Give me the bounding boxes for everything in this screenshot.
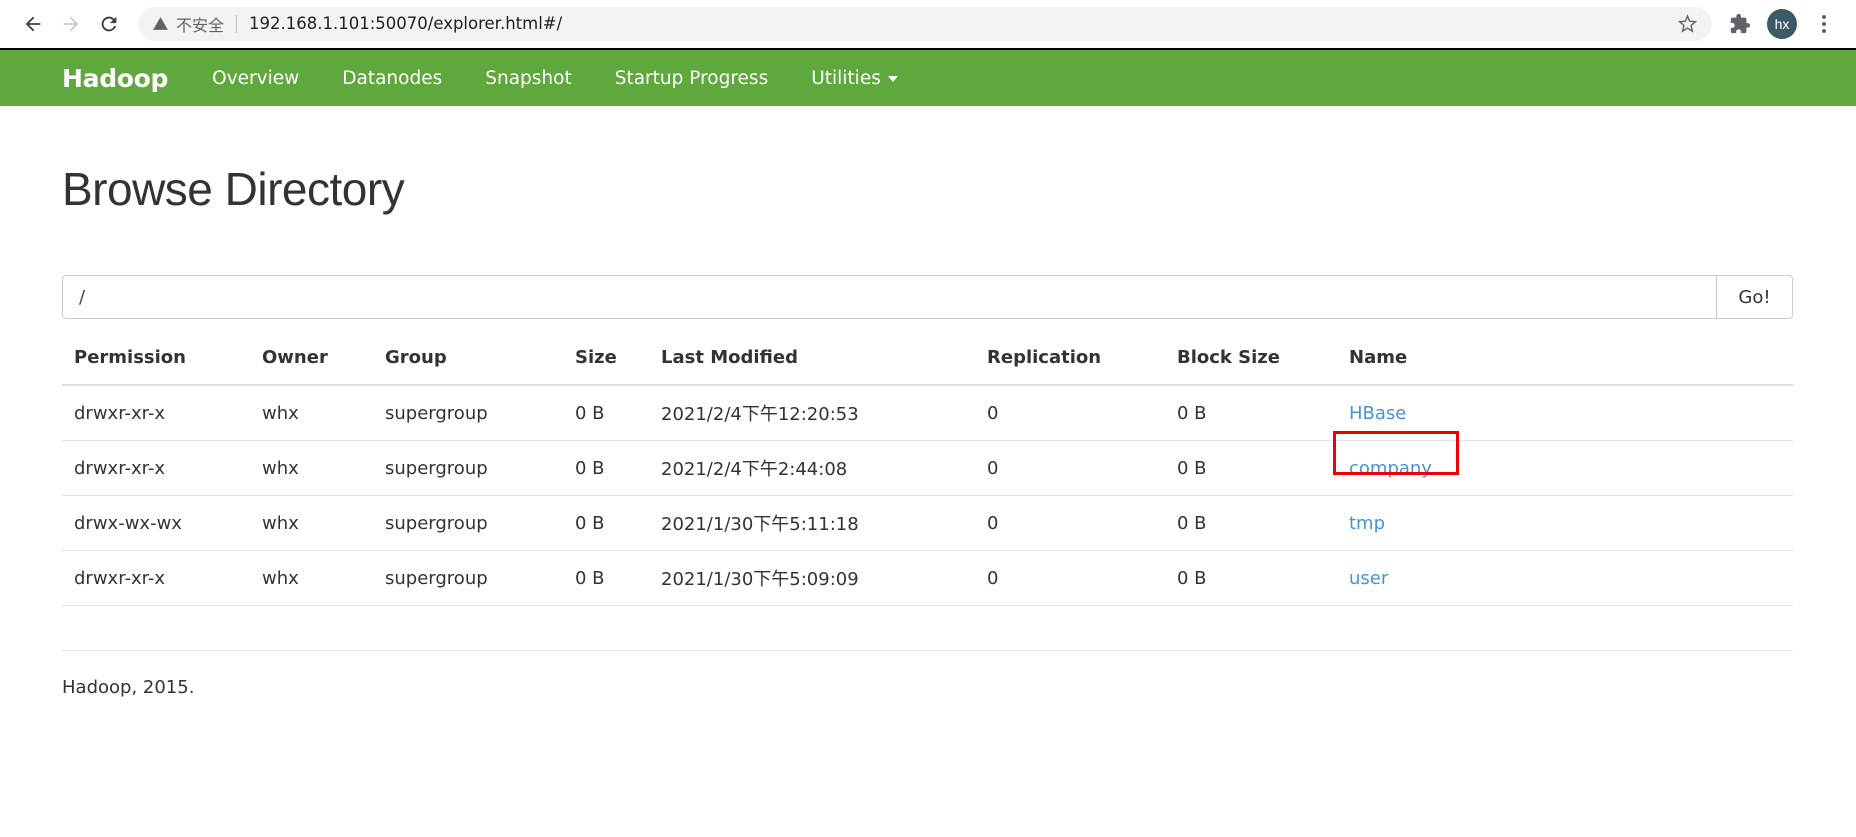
cell-name: user: [1349, 550, 1793, 606]
cell-replication: 0: [987, 550, 1177, 606]
cell-last-modified: 2021/1/30下午5:11:18: [661, 495, 987, 551]
nav-link-overview[interactable]: Overview: [212, 68, 299, 89]
avatar: hx: [1767, 8, 1797, 39]
cell-block-size: 0 B: [1177, 550, 1349, 606]
footer-divider: [62, 650, 1793, 651]
cell-permission: drwx-wx-wx: [62, 495, 262, 551]
column-header-group: Group: [385, 347, 575, 386]
cell-size: 0 B: [575, 385, 661, 441]
footer-text: Hadoop, 2015.: [62, 677, 195, 698]
profile-button[interactable]: hx: [1764, 6, 1800, 42]
column-header-permission: Permission: [62, 347, 262, 386]
browser-toolbar: 不安全 192.168.1.101:50070/explorer.html#/ …: [0, 0, 1856, 48]
table-row: drwx-wx-wx whx supergroup 0 B 2021/1/30下午5:1…: [62, 495, 1793, 551]
directory-link-tmp[interactable]: tmp: [1349, 513, 1385, 534]
reload-icon: [101, 16, 117, 31]
cell-block-size: 0 B: [1177, 495, 1349, 551]
nav-link-startup-progress[interactable]: Startup Progress: [615, 68, 769, 89]
url-text: 192.168.1.101:50070/explorer.html#/: [249, 14, 563, 33]
table-row: drwxr-xr-x whx supergroup 0 B 2021/2/4下午12:2…: [62, 385, 1793, 441]
cell-name: company: [1333, 431, 1793, 496]
directory-table: Permission Owner Group Size Last Modifie…: [62, 347, 1793, 606]
three-dot-menu-icon: [1822, 14, 1826, 33]
cell-owner: whx: [262, 385, 385, 441]
cell-owner: whx: [262, 440, 385, 496]
table-header-row: Permission Owner Group Size Last Modifie…: [62, 347, 1793, 386]
cell-name: tmp: [1349, 495, 1793, 551]
column-header-block-size: Block Size: [1177, 347, 1349, 386]
path-input[interactable]: [62, 275, 1717, 319]
cell-last-modified: 2021/2/4下午2:44:08: [661, 440, 987, 496]
column-header-owner: Owner: [262, 347, 385, 386]
cell-permission: drwxr-xr-x: [62, 550, 262, 606]
cell-size: 0 B: [575, 440, 661, 496]
chrome-actions: hx: [1722, 6, 1842, 42]
directory-link-HBase[interactable]: HBase: [1349, 403, 1406, 424]
forward-button[interactable]: [52, 5, 90, 43]
reload-button[interactable]: [90, 5, 128, 43]
cell-replication: 0: [987, 495, 1177, 551]
table-row: drwxr-xr-x whx supergroup 0 B 2021/2/4下午2:44…: [62, 431, 1793, 496]
cell-owner: whx: [262, 550, 385, 606]
cell-size: 0 B: [575, 550, 661, 606]
bookmark-star-icon[interactable]: [1665, 13, 1698, 34]
nav-link-utilities-label: Utilities: [811, 67, 881, 89]
not-secure-warning-icon[interactable]: [152, 15, 169, 32]
cell-owner: whx: [262, 495, 385, 551]
column-header-last-modified: Last Modified: [661, 347, 987, 386]
go-button[interactable]: Go!: [1717, 275, 1793, 319]
cell-block-size: 0 B: [1177, 385, 1349, 441]
cell-name: HBase: [1349, 385, 1793, 441]
nav-link-snapshot[interactable]: Snapshot: [485, 68, 571, 89]
back-arrow-icon: [25, 16, 41, 31]
cell-replication: 0: [987, 385, 1177, 441]
nav-link-utilities[interactable]: Utilities: [811, 68, 898, 89]
table-body: drwxr-xr-x whx supergroup 0 B 2021/2/4下午12:2…: [62, 385, 1793, 606]
column-header-size: Size: [575, 347, 661, 386]
path-form: Go!: [62, 275, 1793, 319]
cell-block-size: 0 B: [1177, 440, 1349, 496]
omnibox-divider: [236, 14, 238, 33]
directory-link-user[interactable]: user: [1349, 568, 1388, 589]
cell-last-modified: 2021/2/4下午12:20:53: [661, 385, 987, 441]
cell-last-modified: 2021/1/30下午5:09:09: [661, 550, 987, 606]
cell-group: supergroup: [385, 495, 575, 551]
not-secure-label: 不安全: [176, 15, 225, 35]
nav-link-datanodes[interactable]: Datanodes: [342, 68, 442, 89]
column-header-name: Name: [1349, 347, 1793, 386]
page-container: Browse Directory Go! Permission Owner Gr…: [0, 162, 1856, 698]
extensions-button[interactable]: [1722, 6, 1758, 42]
chrome-menu-button[interactable]: [1806, 6, 1842, 42]
cell-size: 0 B: [575, 495, 661, 551]
directory-link-company[interactable]: company: [1349, 458, 1432, 479]
cell-group: supergroup: [385, 550, 575, 606]
table-head: Permission Owner Group Size Last Modifie…: [62, 347, 1793, 386]
table-row: drwxr-xr-x whx supergroup 0 B 2021/1/30下午5:0…: [62, 550, 1793, 606]
address-bar[interactable]: 不安全 192.168.1.101:50070/explorer.html#/: [138, 6, 1712, 41]
back-button[interactable]: [14, 5, 52, 43]
cell-group: supergroup: [385, 385, 575, 441]
hadoop-navbar: Hadoop Overview Datanodes Snapshot Start…: [0, 48, 1856, 106]
chevron-down-icon: [887, 75, 898, 82]
hadoop-brand[interactable]: Hadoop: [62, 64, 168, 93]
column-header-replication: Replication: [987, 347, 1177, 386]
forward-arrow-icon: [63, 16, 79, 31]
cell-permission: drwxr-xr-x: [62, 385, 262, 441]
page-title: Browse Directory: [62, 163, 405, 215]
puzzle-piece-icon: [1730, 13, 1751, 33]
cell-permission: drwxr-xr-x: [62, 440, 262, 496]
cell-replication: 0: [987, 440, 1177, 496]
cell-group: supergroup: [385, 440, 575, 496]
